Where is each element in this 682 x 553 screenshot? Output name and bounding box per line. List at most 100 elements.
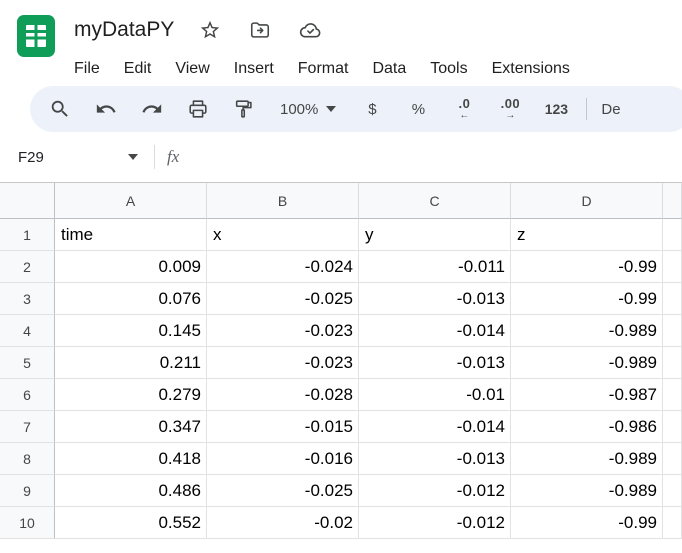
cell[interactable]: -0.012 [359,507,511,539]
cell[interactable]: -0.023 [207,315,359,347]
print-icon[interactable] [176,89,220,129]
cell[interactable] [663,283,682,315]
cell[interactable]: -0.013 [359,443,511,475]
cell[interactable]: -0.99 [511,507,663,539]
document-title[interactable]: myDataPY [74,18,174,42]
format-percent-button[interactable]: % [396,89,440,129]
menu-edit[interactable]: Edit [112,60,164,78]
cell[interactable]: 0.211 [55,347,207,379]
cell[interactable]: -0.99 [511,251,663,283]
menu-insert[interactable]: Insert [222,60,286,78]
cell[interactable]: 0.552 [55,507,207,539]
table-row: 4 0.145 -0.023 -0.014 -0.989 [0,315,682,347]
cell[interactable]: -0.99 [511,283,663,315]
cell[interactable] [663,443,682,475]
cell[interactable]: 0.009 [55,251,207,283]
title-row: myDataPY [74,10,582,50]
number-format-button[interactable]: 123 [534,89,578,129]
column-header-d[interactable]: D [511,183,663,219]
row-header[interactable]: 6 [0,379,55,411]
cell[interactable] [663,219,682,251]
cell[interactable] [663,379,682,411]
sheets-logo-icon[interactable] [14,14,58,58]
cell[interactable]: -0.012 [359,475,511,507]
row-header[interactable]: 7 [0,411,55,443]
menu-file[interactable]: File [62,60,112,78]
row-header[interactable]: 9 [0,475,55,507]
cell[interactable] [663,507,682,539]
menu-format[interactable]: Format [286,60,361,78]
cell[interactable] [663,347,682,379]
cell[interactable]: 0.145 [55,315,207,347]
formula-bar: F29 fx [0,132,682,182]
cell[interactable]: 0.347 [55,411,207,443]
menu-view[interactable]: View [163,60,221,78]
fx-icon: fx [167,147,179,167]
paint-format-icon[interactable] [222,89,266,129]
menu-data[interactable]: Data [360,60,418,78]
cell[interactable]: -0.01 [359,379,511,411]
search-icon[interactable] [38,89,82,129]
cloud-saved-icon[interactable] [296,16,324,44]
row-header[interactable]: 1 [0,219,55,251]
cell[interactable]: 0.418 [55,443,207,475]
cell[interactable]: -0.986 [511,411,663,443]
menu-tools[interactable]: Tools [418,60,479,78]
cell[interactable]: -0.011 [359,251,511,283]
cell[interactable] [663,475,682,507]
cell[interactable]: time [55,219,207,251]
column-header-e-partial[interactable] [663,183,682,219]
cell[interactable]: -0.987 [511,379,663,411]
cell[interactable]: -0.989 [511,315,663,347]
column-header-a[interactable]: A [55,183,207,219]
redo-icon[interactable] [130,89,174,129]
zoom-selector[interactable]: 100% [268,89,348,129]
cell[interactable]: -0.025 [207,475,359,507]
font-selector[interactable]: De [601,101,620,118]
cell[interactable]: -0.025 [207,283,359,315]
cell[interactable] [663,251,682,283]
table-row: 5 0.211 -0.023 -0.013 -0.989 [0,347,682,379]
name-box[interactable]: F29 [12,142,146,172]
cell[interactable]: -0.989 [511,443,663,475]
row-header[interactable]: 5 [0,347,55,379]
format-currency-button[interactable]: $ [350,89,394,129]
row-header[interactable]: 4 [0,315,55,347]
increase-decimal-button[interactable]: .00 → [488,89,532,129]
row-header[interactable]: 3 [0,283,55,315]
cell[interactable]: -0.014 [359,315,511,347]
cell[interactable]: -0.02 [207,507,359,539]
decrease-decimal-button[interactable]: .0 ← [442,89,486,129]
star-icon[interactable] [196,16,224,44]
cell[interactable]: z [511,219,663,251]
row-header[interactable]: 2 [0,251,55,283]
column-header-c[interactable]: C [359,183,511,219]
cell[interactable]: y [359,219,511,251]
cell[interactable]: -0.016 [207,443,359,475]
undo-icon[interactable] [84,89,128,129]
cell[interactable]: -0.015 [207,411,359,443]
cell[interactable]: x [207,219,359,251]
cell[interactable]: -0.989 [511,347,663,379]
cell[interactable]: -0.013 [359,283,511,315]
cell[interactable]: 0.076 [55,283,207,315]
cell[interactable]: 0.486 [55,475,207,507]
cell[interactable]: -0.024 [207,251,359,283]
select-all-corner[interactable] [0,183,55,219]
move-folder-icon[interactable] [246,16,274,44]
row-header[interactable]: 8 [0,443,55,475]
cell[interactable]: -0.013 [359,347,511,379]
cell[interactable]: -0.028 [207,379,359,411]
menu-extensions[interactable]: Extensions [480,60,582,78]
cell[interactable]: -0.014 [359,411,511,443]
column-header-row: A B C D [0,183,682,219]
row-header[interactable]: 10 [0,507,55,539]
cell[interactable]: -0.023 [207,347,359,379]
chevron-down-icon [128,154,138,160]
cell[interactable] [663,411,682,443]
column-header-b[interactable]: B [207,183,359,219]
cell[interactable]: 0.279 [55,379,207,411]
cell[interactable]: -0.989 [511,475,663,507]
table-row: 7 0.347 -0.015 -0.014 -0.986 [0,411,682,443]
cell[interactable] [663,315,682,347]
